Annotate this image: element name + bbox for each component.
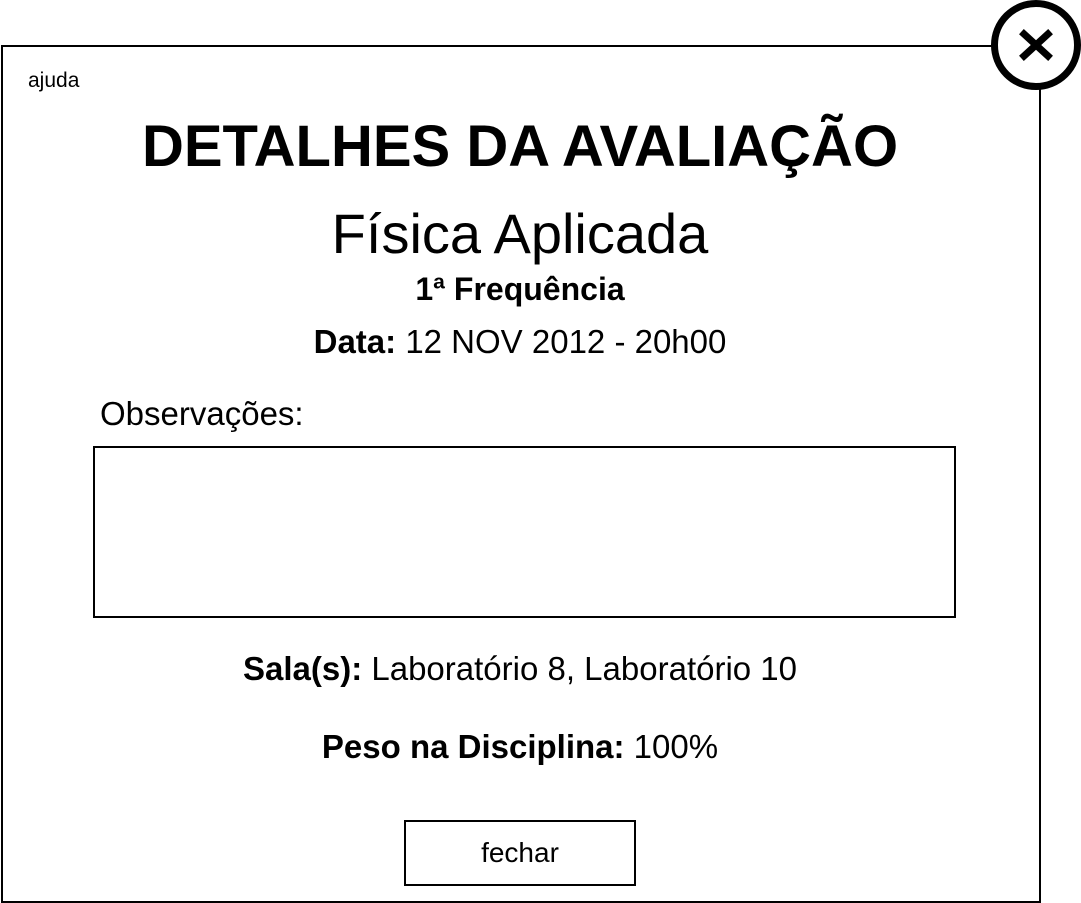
observations-label: Observações: [100, 395, 304, 432]
close-x-icon [1019, 29, 1053, 61]
close-dialog-button[interactable] [991, 0, 1081, 90]
weight-label: Peso na Disciplina: [321, 728, 625, 765]
weight-row: Peso na Disciplina: 100% [0, 727, 1040, 767]
page-title: DETALHES DA AVALIAÇÃO [141, 114, 899, 179]
rooms-label: Sala(s): [242, 650, 363, 687]
close-button[interactable]: fechar [404, 820, 636, 886]
observations-field[interactable] [93, 446, 956, 618]
evaluation-type: 1ª Frequência [415, 271, 625, 307]
subject-name: Física Aplicada [331, 202, 709, 265]
date-label: Data: [313, 323, 397, 360]
date-row: Data: 12 NOV 2012 - 20h00 [0, 322, 1040, 362]
weight-value: 100% [633, 728, 719, 765]
help-link[interactable]: ajuda [28, 68, 79, 94]
rooms-value: Laboratório 8, Laboratório 10 [371, 650, 798, 687]
rooms-row: Sala(s): Laboratório 8, Laboratório 10 [0, 649, 1040, 689]
date-value: 12 NOV 2012 - 20h00 [405, 323, 727, 360]
